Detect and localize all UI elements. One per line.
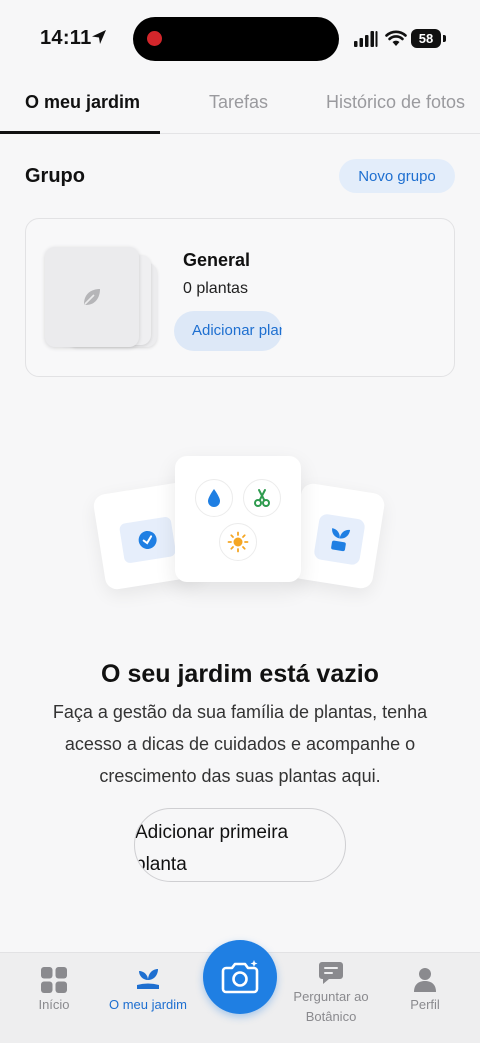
calendar-check-icon <box>138 530 157 549</box>
nav-label: Início <box>38 997 70 1012</box>
water-circle <box>195 479 233 517</box>
illustration-card-right <box>288 482 386 590</box>
chat-icon <box>319 962 343 984</box>
nav-item-perguntar-ao-botanico[interactable]: Perguntar ao Botânico <box>286 953 376 1043</box>
dynamic-island <box>133 17 339 61</box>
add-first-plant-button[interactable]: Adicionar primeira planta <box>134 808 346 882</box>
sun-circle <box>219 523 257 561</box>
cellular-signal-icon <box>354 31 378 47</box>
add-plants-button[interactable]: Adicionar plantas <box>174 311 282 351</box>
nav-label: Perfil <box>410 997 440 1012</box>
nav-label: O meu jardim <box>108 997 188 1012</box>
nav-label: Perguntar ao Botânico <box>293 989 369 1024</box>
leaf-icon <box>84 289 100 305</box>
recording-indicator-icon <box>147 31 162 46</box>
tab-tarefas[interactable]: Tarefas <box>209 92 268 113</box>
status-time: 14:11 <box>40 27 92 49</box>
group-thumbnail-stack <box>45 247 165 351</box>
active-tab-indicator <box>0 131 160 134</box>
battery-percent: 58 <box>418 31 434 46</box>
illustration-card-center <box>175 456 301 582</box>
wifi-icon <box>385 30 407 46</box>
location-arrow-icon <box>92 30 106 44</box>
group-plant-count: 0 plantas <box>183 280 248 297</box>
status-bar: 14:11 58 <box>0 0 480 78</box>
empty-state-title: O seu jardim está vazio <box>101 660 379 688</box>
scissors-icon <box>254 489 270 507</box>
nav-item-perfil[interactable]: Perfil <box>390 953 460 1043</box>
camera-icon <box>221 960 259 994</box>
empty-state-description: Faça a gestão da sua família de plantas,… <box>52 702 428 786</box>
water-drop-icon <box>208 489 220 507</box>
group-thumbnail <box>45 247 139 347</box>
nav-item-inicio[interactable]: Início <box>14 953 94 1043</box>
scissors-circle <box>243 479 281 517</box>
nav-item-o-meu-jardim[interactable]: O meu jardim <box>100 953 196 1043</box>
grid-icon <box>41 967 67 993</box>
group-name: General <box>183 250 251 270</box>
group-section-title: Grupo <box>25 165 85 187</box>
profile-icon <box>414 968 436 992</box>
empty-garden-illustration <box>92 454 387 594</box>
group-card-general[interactable]: General 0 plantas Adicionar plantas <box>25 218 455 377</box>
sun-icon <box>227 531 249 553</box>
tab-historico-de-fotos[interactable]: Histórico de fotos <box>326 92 465 113</box>
battery-indicator: 58 <box>411 29 446 48</box>
new-group-button[interactable]: Novo grupo <box>339 159 455 193</box>
tab-o-meu-jardim[interactable]: O meu jardim <box>25 92 140 113</box>
sprout-icon <box>331 528 351 552</box>
camera-button[interactable] <box>203 940 277 1014</box>
plant-icon <box>137 969 159 989</box>
top-tabs: O meu jardim Tarefas Histórico de fotos <box>0 78 480 134</box>
